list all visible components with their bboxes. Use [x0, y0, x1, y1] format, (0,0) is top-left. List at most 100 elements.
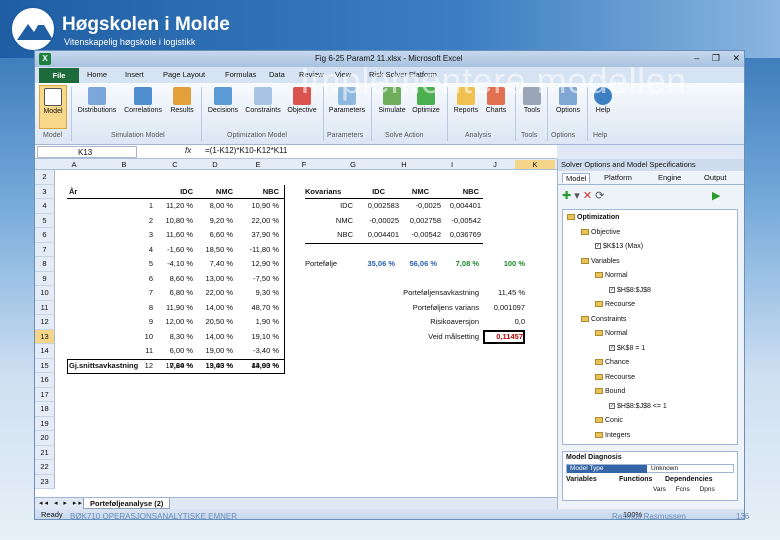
- returns-nmc[interactable]: 6,60 %: [195, 228, 233, 242]
- row-header-5[interactable]: 5: [35, 213, 55, 228]
- minimize-button[interactable]: –: [694, 53, 699, 63]
- cov-nbc[interactable]: 0,004401: [441, 199, 481, 213]
- returns-nmc[interactable]: 18,50 %: [195, 243, 233, 257]
- column-header-f[interactable]: F: [281, 160, 327, 169]
- cov-header-nbc[interactable]: NBC: [439, 185, 479, 199]
- correlations-button[interactable]: Correlations: [121, 87, 165, 114]
- column-header-c[interactable]: C: [155, 160, 195, 169]
- cov-idc[interactable]: 0,002583: [355, 199, 399, 213]
- returns-nbc[interactable]: 1,90 %: [239, 315, 279, 329]
- returns-nbc[interactable]: 10,90 %: [239, 199, 279, 213]
- add-icon[interactable]: ✚: [562, 190, 571, 202]
- returns-nmc[interactable]: 14,00 %: [195, 330, 233, 344]
- tree-node[interactable]: Constraints: [581, 315, 626, 325]
- portfolio-total[interactable]: 100 %: [487, 257, 525, 271]
- returns-header-idc[interactable]: IDC: [155, 185, 193, 199]
- results-button[interactable]: Results: [167, 87, 197, 114]
- row-header-16[interactable]: 16: [35, 373, 55, 388]
- tab-output[interactable]: Output: [704, 173, 727, 182]
- worksheet-grid[interactable]: ABCDEFGHIJKL 234567891011121314151617181…: [35, 159, 557, 497]
- tree-node[interactable]: Variables: [581, 257, 620, 267]
- returns-nmc[interactable]: 14,00 %: [195, 301, 233, 315]
- returns-nbc[interactable]: 48,70 %: [239, 301, 279, 315]
- decisions-button[interactable]: Decisions: [205, 87, 241, 114]
- row-header-2[interactable]: 2: [35, 170, 55, 185]
- cov-idc[interactable]: 0,004401: [355, 228, 399, 242]
- cov-nbc[interactable]: -0,00542: [441, 214, 481, 228]
- returns-year[interactable]: 11: [131, 344, 153, 358]
- returns-year[interactable]: 1: [131, 199, 153, 213]
- avg-nmc[interactable]: 13,43 %: [195, 359, 233, 373]
- cov-row-label[interactable]: IDC: [315, 199, 353, 213]
- tree-node[interactable]: ✓ $K$8 = 1: [609, 344, 645, 354]
- stat-value[interactable]: 0,001097: [483, 301, 525, 315]
- stat-label[interactable]: Risikoaversjon: [365, 315, 479, 329]
- tab-insert[interactable]: Insert: [125, 70, 144, 79]
- row-header-14[interactable]: 14: [35, 344, 55, 359]
- returns-header-year[interactable]: År: [69, 185, 109, 199]
- returns-idc[interactable]: 11,90 %: [155, 301, 193, 315]
- returns-idc[interactable]: -4,10 %: [155, 257, 193, 271]
- tree-node[interactable]: Bound: [595, 387, 625, 397]
- cov-header-nmc[interactable]: NMC: [391, 185, 429, 199]
- tab-platform[interactable]: Platform: [604, 173, 632, 182]
- row-header-8[interactable]: 8: [35, 257, 55, 272]
- fx-icon[interactable]: fx: [185, 146, 191, 155]
- tree-node[interactable]: ✓ $H$8:$J$8: [609, 286, 651, 296]
- returns-year[interactable]: 5: [131, 257, 153, 271]
- maximize-button[interactable]: ❐: [712, 53, 720, 63]
- model-tree[interactable]: Optimization Objective ✓ $K$13 (Max) Variabl…: [562, 209, 738, 445]
- returns-nmc[interactable]: 20,50 %: [195, 315, 233, 329]
- returns-nbc[interactable]: -11,80 %: [239, 243, 279, 257]
- cov-row-label[interactable]: NBC: [315, 228, 353, 242]
- returns-idc[interactable]: 8,60 %: [155, 272, 193, 286]
- tree-node[interactable]: ✓ $K$13 (Max): [595, 242, 643, 252]
- returns-header-nmc[interactable]: NMC: [195, 185, 233, 199]
- returns-nmc[interactable]: 8,00 %: [195, 199, 233, 213]
- tab-formulas[interactable]: Formulas: [225, 70, 256, 79]
- dropdown-icon[interactable]: ▾: [574, 190, 580, 202]
- solve-icon[interactable]: ▶: [712, 189, 720, 202]
- tree-node[interactable]: Normal: [595, 271, 628, 281]
- portfolio-weight-nbc[interactable]: 7,08 %: [441, 257, 479, 271]
- stat-label[interactable]: Porteføljensavkastning: [365, 286, 479, 300]
- returns-nbc[interactable]: 37,90 %: [239, 228, 279, 242]
- column-header-e[interactable]: E: [235, 160, 281, 169]
- sheet-tab-porteføljeanalyse[interactable]: Porteføljeanalyse (2): [83, 498, 171, 509]
- row-header-20[interactable]: 20: [35, 431, 55, 446]
- excel-app-icon[interactable]: X: [39, 53, 51, 65]
- returns-nbc[interactable]: 22,00 %: [239, 214, 279, 228]
- avg-nbc[interactable]: 14,93 %: [239, 359, 279, 373]
- tree-node[interactable]: Objective: [581, 228, 620, 238]
- column-header-i[interactable]: I: [429, 160, 475, 169]
- column-header-j[interactable]: J: [475, 160, 515, 169]
- returns-idc[interactable]: 10,80 %: [155, 214, 193, 228]
- portfolio-label[interactable]: Portefølje: [305, 257, 349, 271]
- row-header-17[interactable]: 17: [35, 387, 55, 402]
- refresh-icon[interactable]: ⟳: [595, 190, 604, 202]
- returns-nmc[interactable]: 7,40 %: [195, 257, 233, 271]
- cov-header-label[interactable]: Kovarians: [305, 185, 351, 199]
- tab-engine[interactable]: Engine: [658, 173, 681, 182]
- returns-nbc[interactable]: -7,50 %: [239, 272, 279, 286]
- portfolio-weight-nmc[interactable]: 56,06 %: [397, 257, 437, 271]
- row-header-3[interactable]: 3: [35, 184, 55, 199]
- returns-nbc[interactable]: 19,10 %: [239, 330, 279, 344]
- returns-nmc[interactable]: 9,20 %: [195, 214, 233, 228]
- formula-input[interactable]: =(1-K12)*K10-K12*K11: [205, 146, 287, 155]
- returns-year[interactable]: 2: [131, 214, 153, 228]
- stat-label[interactable]: Porteføljens varians: [365, 301, 479, 315]
- stat-value[interactable]: 11,45 %: [483, 286, 525, 300]
- returns-nmc[interactable]: 22,00 %: [195, 286, 233, 300]
- returns-year[interactable]: 4: [131, 243, 153, 257]
- returns-idc[interactable]: 6,00 %: [155, 344, 193, 358]
- cov-header-idc[interactable]: IDC: [355, 185, 385, 199]
- cov-idc[interactable]: -0,00025: [355, 214, 399, 228]
- returns-year[interactable]: 7: [131, 286, 153, 300]
- tree-node[interactable]: Chance: [595, 358, 629, 368]
- returns-idc[interactable]: 6,80 %: [155, 286, 193, 300]
- row-header-6[interactable]: 6: [35, 228, 55, 243]
- cov-nmc[interactable]: -0,00542: [401, 228, 441, 242]
- row-header-19[interactable]: 19: [35, 416, 55, 431]
- row-header-10[interactable]: 10: [35, 286, 55, 301]
